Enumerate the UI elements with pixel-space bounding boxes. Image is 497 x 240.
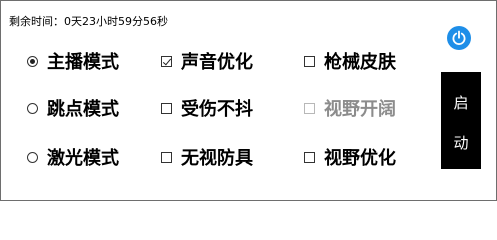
- start-button-label-2: 动: [453, 134, 469, 152]
- checkbox-ignore-armor[interactable]: 无视防具: [159, 145, 253, 169]
- option-label: 声音优化: [181, 52, 253, 73]
- checkbox-no-hurt-shake[interactable]: 受伤不抖: [159, 96, 253, 120]
- option-label: 视野优化: [324, 148, 396, 169]
- checkbox-view-optimize[interactable]: 视野优化: [302, 145, 396, 169]
- checkbox-indicator: [303, 102, 315, 114]
- check-icon: [162, 56, 171, 65]
- checkbox-indicator: [303, 151, 315, 163]
- checkbox-wide-view: 视野开阔: [302, 96, 396, 120]
- start-button[interactable]: 启 动: [441, 72, 481, 169]
- start-button-label-1: 启: [453, 94, 469, 112]
- radio-streamer-mode[interactable]: 主播模式: [25, 49, 119, 73]
- option-label: 视野开阔: [324, 99, 396, 120]
- option-label: 跳点模式: [47, 99, 119, 120]
- remaining-time-text: 剩余时间：0天23小时59分56秒: [9, 15, 168, 28]
- radio-jump-mode[interactable]: 跳点模式: [25, 96, 119, 120]
- radio-indicator: [26, 102, 38, 114]
- option-label: 激光模式: [47, 148, 119, 169]
- radio-laser-mode[interactable]: 激光模式: [25, 145, 119, 169]
- checkbox-indicator: [160, 151, 172, 163]
- checkbox-gun-skin[interactable]: 枪械皮肤: [302, 49, 396, 73]
- radio-indicator: [26, 151, 38, 163]
- option-label: 枪械皮肤: [324, 52, 396, 73]
- checkbox-indicator: [160, 102, 172, 114]
- radio-selected-dot: [29, 58, 35, 64]
- checkbox-indicator: [303, 55, 315, 67]
- power-button[interactable]: [447, 26, 471, 50]
- power-icon: [452, 30, 466, 45]
- app-window: 剩余时间：0天23小时59分56秒 主播模式 声音优化 枪械皮肤 跳点模式 受伤…: [0, 0, 497, 201]
- checkbox-sound-optimize[interactable]: 声音优化: [159, 49, 253, 73]
- option-label: 主播模式: [47, 52, 119, 73]
- option-label: 受伤不抖: [181, 99, 253, 120]
- checkbox-indicator: [160, 55, 172, 67]
- option-label: 无视防具: [181, 148, 253, 169]
- radio-indicator: [26, 55, 38, 67]
